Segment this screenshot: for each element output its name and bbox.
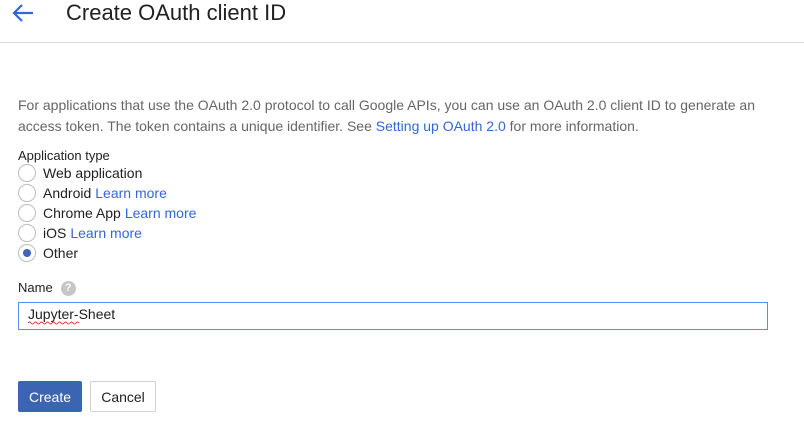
ios-learn-more-link[interactable]: Learn more <box>70 225 142 241</box>
name-field-label: Name ? <box>18 280 76 296</box>
radio-button[interactable] <box>18 184 36 202</box>
application-type-label: Application type <box>18 148 110 163</box>
chrome-app-learn-more-link[interactable]: Learn more <box>125 205 197 221</box>
radio-ios[interactable]: iOS Learn more <box>18 223 142 243</box>
radio-web-application[interactable]: Web application <box>18 163 146 183</box>
radio-label: Other <box>43 245 79 261</box>
description-text: For applications that use the OAuth 2.0 … <box>18 95 788 137</box>
help-icon[interactable]: ? <box>60 280 76 296</box>
name-input[interactable] <box>18 302 768 330</box>
page-title: Create OAuth client ID <box>66 0 287 25</box>
radio-other[interactable]: Other <box>18 243 82 263</box>
description-text-after: for more information. <box>505 118 639 134</box>
radio-button[interactable] <box>18 224 36 242</box>
setting-up-oauth-link[interactable]: Setting up OAuth 2.0 <box>376 118 506 134</box>
android-learn-more-link[interactable]: Learn more <box>95 185 167 201</box>
radio-chrome-app[interactable]: Chrome App Learn more <box>18 203 196 223</box>
radio-label: Chrome App <box>43 205 121 221</box>
name-label-text: Name <box>18 280 53 295</box>
radio-label: Web application <box>43 165 143 181</box>
radio-label: Android <box>43 185 92 201</box>
cancel-button[interactable]: Cancel <box>90 381 156 412</box>
arrow-left-icon[interactable] <box>10 2 36 24</box>
radio-button-selected[interactable] <box>18 244 36 262</box>
radio-android[interactable]: Android Learn more <box>18 183 167 203</box>
create-button[interactable]: Create <box>18 381 82 412</box>
page-header: Create OAuth client ID <box>0 0 804 43</box>
radio-button[interactable] <box>18 164 36 182</box>
radio-label: iOS <box>43 225 67 241</box>
radio-button[interactable] <box>18 204 36 222</box>
